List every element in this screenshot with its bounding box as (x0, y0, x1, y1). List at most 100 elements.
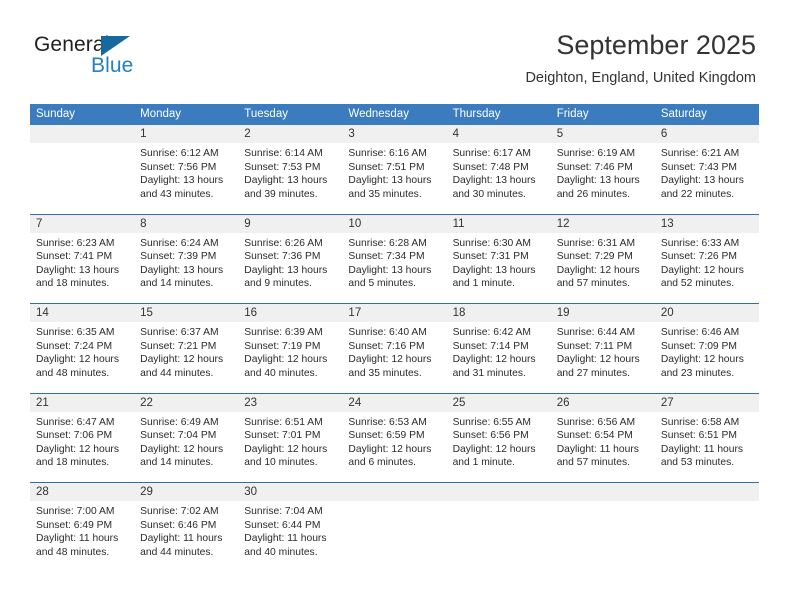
day-number (550, 483, 655, 501)
day-number: 4 (446, 125, 551, 143)
calendar-day-cell[interactable]: 15 Sunrise: 6:37 AM Sunset: 7:21 PM Dayligh… (134, 304, 239, 393)
day-details: Sunrise: 6:55 AM Sunset: 6:56 PM Daylight:… (447, 412, 551, 470)
day-details: Sunrise: 6:56 AM Sunset: 6:54 PM Daylight:… (551, 412, 655, 470)
weekday-header-friday: Friday (556, 108, 589, 120)
sunset-text: Sunset: 7:19 PM (244, 340, 321, 352)
calendar-day-cell[interactable]: 16 Sunrise: 6:39 AM Sunset: 7:19 PM Dayligh… (238, 304, 343, 393)
sunset-text: Sunset: 6:54 PM (556, 430, 633, 442)
daylight-text: Daylight: 11 hours and 57 minutes. (556, 443, 639, 469)
sunrise-text: Sunrise: 6:16 AM (348, 148, 427, 159)
calendar-day-cell[interactable]: 21 Sunrise: 6:47 AM Sunset: 7:06 PM Dayligh… (30, 393, 135, 483)
day-details: Sunrise: 6:26 AM Sunset: 7:36 PM Daylight:… (238, 233, 342, 291)
day-number (342, 483, 447, 501)
daylight-text: Daylight: 13 hours and 30 minutes. (452, 175, 536, 200)
daylight-text: Daylight: 12 hours and 6 minutes. (348, 443, 432, 469)
sunset-text: Sunset: 7:48 PM (452, 161, 529, 173)
sunset-text: Sunset: 7:11 PM (556, 340, 633, 352)
calendar-day-cell[interactable]: 1 Sunrise: 6:12 AM Sunset: 7:56 PM Daylight… (134, 125, 239, 214)
calendar-day-cell-empty (342, 483, 447, 572)
sunset-text: Sunset: 6:44 PM (244, 519, 321, 531)
sunrise-text: Sunrise: 6:21 AM (660, 148, 740, 159)
sunrise-text: Sunrise: 6:26 AM (244, 237, 323, 249)
calendar-day-cell[interactable]: 14 Sunrise: 6:35 AM Sunset: 7:24 PM Dayligh… (30, 304, 135, 393)
page-location: Deighton, England, United Kingdom (525, 70, 756, 86)
calendar-day-cell[interactable]: 22 Sunrise: 6:49 AM Sunset: 7:04 PM Dayligh… (134, 393, 239, 483)
day-number: 16 (238, 304, 343, 322)
daylight-text: Daylight: 12 hours and 18 minutes. (36, 443, 119, 469)
daylight-text: Daylight: 13 hours and 5 minutes. (348, 264, 432, 290)
sunset-text: Sunset: 6:56 PM (452, 430, 529, 442)
weekday-header-thursday: Thursday (452, 108, 501, 120)
calendar-day-cell[interactable]: 3 Sunrise: 6:16 AM Sunset: 7:51 PM Daylight… (342, 125, 447, 214)
calendar-week-cells: 28 Sunrise: 7:00 AM Sunset: 6:49 PM Dayligh… (30, 483, 759, 572)
sunset-text: Sunset: 7:06 PM (36, 430, 113, 442)
calendar-day-cell-empty (654, 483, 759, 572)
calendar-day-cell[interactable]: 2 Sunrise: 6:14 AM Sunset: 7:53 PM Daylight… (238, 125, 343, 214)
calendar-day-cell[interactable]: 24 Sunrise: 6:53 AM Sunset: 6:59 PM Dayligh… (342, 393, 447, 483)
day-number: 25 (446, 393, 551, 412)
sunrise-text: Sunrise: 6:46 AM (660, 327, 740, 338)
daylight-text: Daylight: 12 hours and 40 minutes. (244, 354, 328, 379)
sunrise-text: Sunrise: 6:51 AM (244, 416, 323, 428)
calendar-day-cell[interactable]: 10 Sunrise: 6:28 AM Sunset: 7:34 PM Dayligh… (342, 214, 447, 304)
sunset-text: Sunset: 7:24 PM (36, 340, 113, 352)
sunrise-text: Sunrise: 6:14 AM (244, 148, 323, 159)
calendar-day-cell[interactable]: 27 Sunrise: 6:58 AM Sunset: 6:51 PM Dayligh… (654, 393, 759, 483)
sunrise-text: Sunrise: 6:23 AM (36, 237, 115, 249)
daylight-text: Daylight: 12 hours and 31 minutes. (452, 354, 536, 379)
sunrise-text: Sunrise: 6:33 AM (660, 237, 740, 249)
day-number: 20 (654, 304, 759, 322)
day-number: 2 (238, 125, 343, 143)
day-details: Sunrise: 6:47 AM Sunset: 7:06 PM Daylight:… (30, 412, 134, 470)
day-number: 26 (550, 393, 655, 412)
calendar-day-cell[interactable]: 6 Sunrise: 6:21 AM Sunset: 7:43 PM Daylight… (654, 125, 759, 214)
daylight-text: Daylight: 12 hours and 57 minutes. (556, 264, 640, 290)
calendar-day-cell[interactable]: 8 Sunrise: 6:24 AM Sunset: 7:39 PM Daylight… (134, 214, 239, 304)
sunset-text: Sunset: 7:14 PM (452, 340, 529, 352)
sunrise-text: Sunrise: 6:44 AM (556, 327, 636, 338)
day-number: 29 (134, 483, 239, 501)
calendar-day-cell[interactable]: 28 Sunrise: 7:00 AM Sunset: 6:49 PM Dayligh… (30, 483, 135, 572)
calendar-day-cell[interactable]: 18 Sunrise: 6:42 AM Sunset: 7:14 PM Dayligh… (446, 304, 551, 393)
day-details: Sunrise: 6:30 AM Sunset: 7:31 PM Daylight:… (447, 233, 551, 291)
calendar-day-cell[interactable]: 29 Sunrise: 7:02 AM Sunset: 6:46 PM Dayligh… (134, 483, 239, 572)
day-details: Sunrise: 7:02 AM Sunset: 6:46 PM Daylight:… (134, 501, 238, 559)
calendar-day-cell[interactable]: 25 Sunrise: 6:55 AM Sunset: 6:56 PM Dayligh… (446, 393, 551, 483)
day-details: Sunrise: 6:46 AM Sunset: 7:09 PM Daylight:… (655, 322, 759, 380)
day-details: Sunrise: 6:58 AM Sunset: 6:51 PM Daylight:… (655, 412, 759, 470)
calendar-day-cell[interactable]: 11 Sunrise: 6:30 AM Sunset: 7:31 PM Dayligh… (446, 214, 551, 304)
day-number: 19 (550, 304, 655, 322)
calendar-day-cell[interactable]: 7 Sunrise: 6:23 AM Sunset: 7:41 PM Daylight… (30, 214, 135, 304)
calendar-day-cell[interactable]: 20 Sunrise: 6:46 AM Sunset: 7:09 PM Dayligh… (654, 304, 759, 393)
general-blue-logo[interactable]: General Blue (34, 33, 234, 89)
calendar-day-cell-empty (446, 483, 551, 572)
calendar-day-cell[interactable]: 26 Sunrise: 6:56 AM Sunset: 6:54 PM Dayligh… (550, 393, 655, 483)
weekday-header-row: Sunday Monday Tuesday Wednesday Thursday… (30, 104, 759, 125)
day-details: Sunrise: 6:16 AM Sunset: 7:51 PM Daylight:… (342, 143, 446, 201)
sunrise-text: Sunrise: 6:42 AM (452, 327, 531, 338)
calendar-day-cell[interactable]: 13 Sunrise: 6:33 AM Sunset: 7:26 PM Dayligh… (654, 214, 759, 304)
day-number: 18 (446, 304, 551, 322)
calendar-day-cell[interactable]: 4 Sunrise: 6:17 AM Sunset: 7:48 PM Daylight… (446, 125, 551, 214)
daylight-text: Daylight: 11 hours and 48 minutes. (36, 533, 119, 558)
sunrise-text: Sunrise: 6:17 AM (452, 148, 531, 159)
calendar-day-cell[interactable]: 9 Sunrise: 6:26 AM Sunset: 7:36 PM Daylight… (238, 214, 343, 304)
day-number: 17 (342, 304, 447, 322)
day-details: Sunrise: 6:12 AM Sunset: 7:56 PM Daylight:… (134, 143, 238, 201)
sunset-text: Sunset: 7:09 PM (660, 340, 737, 352)
daylight-text: Daylight: 12 hours and 48 minutes. (36, 354, 119, 379)
sunrise-text: Sunrise: 6:28 AM (348, 237, 427, 249)
page-title: September 2025 (556, 30, 756, 60)
calendar-day-cell[interactable]: 30 Sunrise: 7:04 AM Sunset: 6:44 PM Dayligh… (238, 483, 343, 572)
calendar-day-cell[interactable]: 19 Sunrise: 6:44 AM Sunset: 7:11 PM Dayligh… (550, 304, 655, 393)
sunset-text: Sunset: 7:21 PM (140, 340, 217, 352)
sunrise-text: Sunrise: 6:24 AM (140, 237, 219, 249)
calendar-day-cell[interactable]: 17 Sunrise: 6:40 AM Sunset: 7:16 PM Dayligh… (342, 304, 447, 393)
sunset-text: Sunset: 7:31 PM (452, 251, 529, 263)
sunset-text: Sunset: 7:01 PM (244, 430, 321, 442)
sunrise-text: Sunrise: 7:00 AM (36, 506, 115, 517)
calendar-day-cell[interactable]: 5 Sunrise: 6:19 AM Sunset: 7:46 PM Daylight… (550, 125, 655, 214)
calendar-day-cell[interactable]: 12 Sunrise: 6:31 AM Sunset: 7:29 PM Dayligh… (550, 214, 655, 304)
calendar-day-cell[interactable]: 23 Sunrise: 6:51 AM Sunset: 7:01 PM Dayligh… (238, 393, 343, 483)
calendar-week-cells: 21 Sunrise: 6:47 AM Sunset: 7:06 PM Dayligh… (30, 393, 759, 483)
